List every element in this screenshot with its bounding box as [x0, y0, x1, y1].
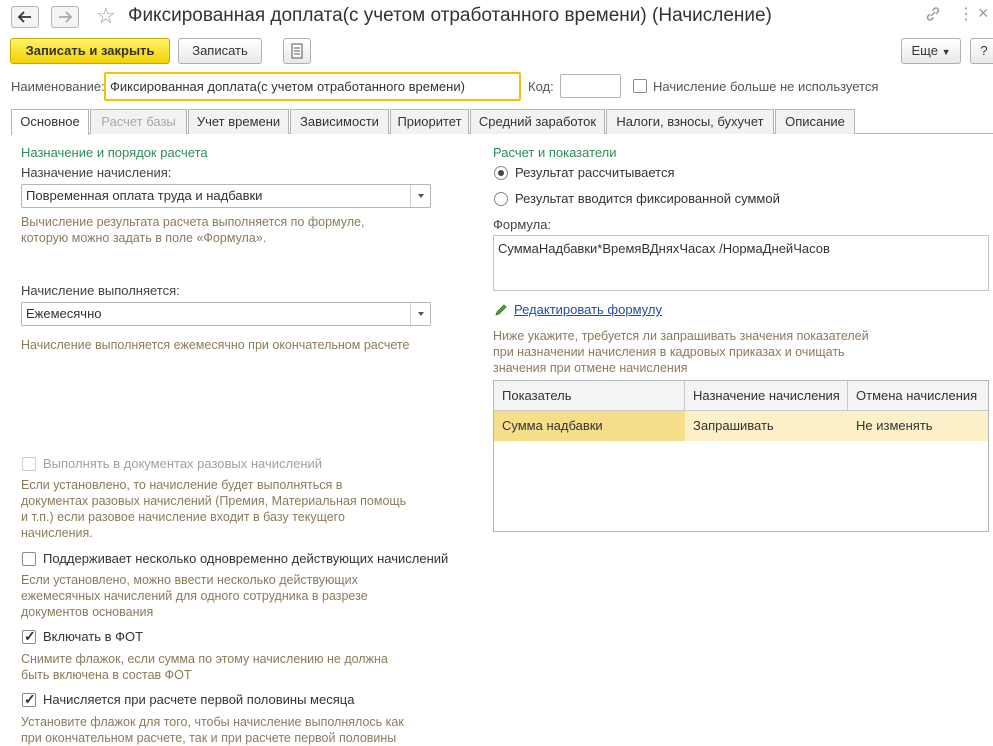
arrow-left-icon: [18, 11, 31, 23]
radio-fixed-sum[interactable]: [494, 192, 508, 206]
code-input[interactable]: [560, 74, 621, 98]
multiple-hint-line: ежемесячных начислений для одного сотруд…: [21, 589, 368, 603]
purpose-hint-line: Вычисление результата расчета выполняетс…: [21, 215, 365, 229]
checkmark-icon: ✓: [24, 628, 36, 644]
radio-selected-dot: [498, 170, 504, 176]
checkmark-icon: ✓: [24, 691, 36, 707]
table-cell[interactable]: Запрашивать: [685, 411, 848, 441]
onetime-hint-line: начисления.: [21, 526, 93, 540]
formula-label: Формула:: [493, 217, 552, 232]
first-half-checkbox[interactable]: ✓: [22, 691, 36, 707]
first-half-hint-line: Установите флажок для того, чтобы начисл…: [21, 715, 404, 729]
table-cell[interactable]: Не изменять: [848, 411, 988, 441]
first-half-hint-line: при окончательном расчете, так и при рас…: [21, 731, 397, 745]
fot-hint-line: Снимите флажок, если сумма по этому начи…: [21, 652, 388, 666]
save-and-close-button[interactable]: Записать и закрыть: [10, 38, 170, 64]
chevron-down-icon[interactable]: [410, 185, 430, 207]
not-used-checkbox[interactable]: [633, 79, 647, 93]
code-label: Код:: [528, 79, 554, 94]
fot-hint: Снимите флажок, если сумма по этому начи…: [21, 651, 388, 683]
column-header-cancellation[interactable]: Отмена начисления: [848, 381, 988, 411]
multiple-hint: Если установлено, можно ввести несколько…: [21, 572, 368, 620]
close-icon[interactable]: ×: [978, 3, 989, 24]
more-button-label: Еще: [911, 43, 938, 58]
chevron-down-icon[interactable]: [410, 303, 430, 325]
not-used-label: Начисление больше не используется: [653, 79, 879, 94]
fot-hint-line: быть включена в состав ФОТ: [21, 668, 192, 682]
multiple-checkbox[interactable]: [22, 552, 36, 566]
edit-formula-link[interactable]: Редактировать формулу: [514, 302, 662, 317]
tab-taxes[interactable]: Налоги, взносы, бухучет: [606, 109, 774, 134]
left-section-title: Назначение и порядок расчета: [21, 145, 208, 160]
fot-label: Включать в ФОТ: [43, 629, 144, 644]
tab-dependencies[interactable]: Зависимости: [290, 109, 389, 134]
column-header-indicator[interactable]: Показатель: [494, 381, 685, 411]
frequency-select[interactable]: Ежемесячно: [21, 302, 431, 326]
indicators-hint-line: значения при отмене начисления: [493, 361, 688, 375]
chevron-down-icon: ▼: [941, 47, 951, 57]
onetime-hint-line: и т.п.) если разовое начисление входит в…: [21, 510, 345, 524]
pencil-icon[interactable]: [494, 303, 508, 320]
purpose-label: Назначение начисления:: [21, 165, 172, 180]
indicators-hint-line: при назначении начисления в кадровых при…: [493, 345, 845, 359]
purpose-hint-line: которую можно задать в поле «Формула».: [21, 231, 267, 245]
onetime-label: Выполнять в документах разовых начислени…: [43, 456, 323, 471]
name-input[interactable]: Фиксированная доплата(с учетом отработан…: [104, 72, 521, 101]
multiple-hint-line: Если установлено, можно ввести несколько…: [21, 573, 358, 587]
more-vertical-icon[interactable]: ⋮: [958, 4, 974, 24]
star-icon[interactable]: ☆: [96, 5, 116, 27]
indicators-table[interactable]: Показатель Назначение начисления Отмена …: [493, 380, 989, 532]
tab-average-earnings[interactable]: Средний заработок: [470, 109, 605, 134]
onetime-hint-line: документах разовых начислений (Премия, М…: [21, 494, 407, 508]
save-button[interactable]: Записать: [178, 38, 262, 64]
tab-main[interactable]: Основное: [11, 109, 89, 135]
column-header-assignment[interactable]: Назначение начисления: [685, 381, 848, 411]
name-label: Наименование:: [11, 79, 105, 94]
help-button[interactable]: ?: [970, 38, 993, 64]
frequency-hint: Начисление выполняется ежемесячно при ок…: [21, 338, 410, 352]
purpose-select[interactable]: Повременная оплата труда и надбавки: [21, 184, 431, 208]
tab-time-accounting[interactable]: Учет времени: [188, 109, 289, 134]
first-half-label: Начисляется при расчете первой половины …: [43, 692, 355, 707]
onetime-hint: Если установлено, то начисление будет вы…: [21, 477, 406, 541]
document-list-icon: [291, 43, 303, 59]
indicators-hint-line: Ниже укажите, требуется ли запрашивать з…: [493, 329, 869, 343]
purpose-hint: Вычисление результата расчета выполняетс…: [21, 214, 364, 246]
link-icon[interactable]: [925, 6, 941, 27]
first-half-hint: Установите флажок для того, чтобы начисл…: [21, 714, 404, 746]
multiple-hint-line: документов основания: [21, 605, 154, 619]
radio-fixed-sum-label: Результат вводится фиксированной суммой: [515, 191, 780, 206]
back-button[interactable]: [11, 6, 39, 28]
tab-description[interactable]: Описание: [775, 109, 855, 134]
radio-calculated-label: Результат рассчитывается: [515, 165, 675, 180]
more-button[interactable]: Еще ▼: [901, 38, 961, 64]
table-cell[interactable]: Сумма надбавки: [494, 411, 685, 441]
forward-button[interactable]: [51, 6, 79, 28]
frequency-label: Начисление выполняется:: [21, 283, 180, 298]
right-section-title: Расчет и показатели: [493, 145, 617, 160]
arrow-right-icon: [59, 11, 72, 23]
tab-base-calculation[interactable]: Расчет базы: [90, 109, 187, 134]
purpose-select-value: Повременная оплата труда и надбавки: [26, 188, 263, 203]
window-title: Фиксированная доплата(с учетом отработан…: [128, 5, 772, 26]
frequency-select-value: Ежемесячно: [26, 306, 102, 321]
indicators-hint: Ниже укажите, требуется ли запрашивать з…: [493, 328, 869, 376]
tab-priority[interactable]: Приоритет: [390, 109, 469, 134]
formula-input[interactable]: СуммаНадбавки*ВремяВДняхЧасах /НормаДней…: [493, 235, 989, 291]
multiple-label: Поддерживает несколько одновременно дейс…: [43, 551, 449, 566]
onetime-checkbox[interactable]: [22, 457, 36, 471]
radio-calculated[interactable]: [494, 166, 508, 180]
fot-checkbox[interactable]: ✓: [22, 628, 36, 644]
report-button[interactable]: [283, 38, 311, 64]
onetime-hint-line: Если установлено, то начисление будет вы…: [21, 478, 343, 492]
